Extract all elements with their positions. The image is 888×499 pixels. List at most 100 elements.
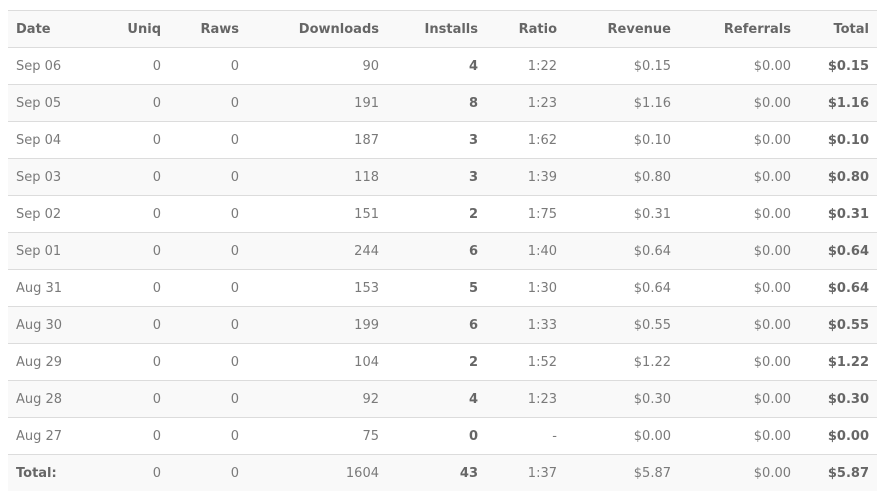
cell-downloads: 104 <box>247 343 387 381</box>
cell-referrals: $0.00 <box>679 417 799 455</box>
cell-ratio: 1:75 <box>486 195 565 233</box>
cell-raws: 0 <box>169 84 247 122</box>
cell-uniq: 0 <box>100 232 169 270</box>
cell-downloads: 187 <box>247 121 387 159</box>
cell-installs: 0 <box>387 417 486 455</box>
cell-total: $0.31 <box>799 195 877 233</box>
cell-date: Sep 02 <box>8 195 100 233</box>
cell-ratio: 1:39 <box>486 158 565 196</box>
header-installs[interactable]: Installs <box>387 10 486 48</box>
cell-referrals: $0.00 <box>679 306 799 344</box>
total-row: Total: 0 0 1604 43 1:37 $5.87 $0.00 $5.87 <box>8 454 877 491</box>
cell-total: $0.10 <box>799 121 877 159</box>
cell-ratio: 1:52 <box>486 343 565 381</box>
cell-date: Sep 01 <box>8 232 100 270</box>
cell-uniq: 0 <box>100 84 169 122</box>
cell-uniq: 0 <box>100 121 169 159</box>
cell-ratio: 1:40 <box>486 232 565 270</box>
cell-downloads: 90 <box>247 47 387 85</box>
table-header: Date Uniq Raws Downloads Installs Ratio Revenu… <box>8 10 877 48</box>
table-row: Aug 31 0 0 153 5 1:30 $0.64 $0.00 $0.64 <box>8 269 877 307</box>
cell-ratio: - <box>486 417 565 455</box>
total-total: $5.87 <box>799 454 877 491</box>
cell-revenue: $0.31 <box>565 195 679 233</box>
cell-referrals: $0.00 <box>679 47 799 85</box>
total-raws: 0 <box>169 454 247 491</box>
header-raws[interactable]: Raws <box>169 10 247 48</box>
cell-raws: 0 <box>169 121 247 159</box>
table-row: Sep 05 0 0 191 8 1:23 $1.16 $0.00 $1.16 <box>8 84 877 122</box>
cell-uniq: 0 <box>100 343 169 381</box>
cell-ratio: 1:23 <box>486 380 565 418</box>
cell-raws: 0 <box>169 158 247 196</box>
cell-revenue: $0.64 <box>565 269 679 307</box>
cell-revenue: $0.10 <box>565 121 679 159</box>
cell-date: Sep 04 <box>8 121 100 159</box>
cell-raws: 0 <box>169 343 247 381</box>
cell-referrals: $0.00 <box>679 121 799 159</box>
cell-revenue: $0.15 <box>565 47 679 85</box>
cell-installs: 6 <box>387 232 486 270</box>
total-uniq: 0 <box>100 454 169 491</box>
cell-raws: 0 <box>169 380 247 418</box>
cell-total: $0.30 <box>799 380 877 418</box>
cell-uniq: 0 <box>100 47 169 85</box>
header-revenue[interactable]: Revenue <box>565 10 679 48</box>
cell-downloads: 191 <box>247 84 387 122</box>
total-date: Total: <box>8 454 100 491</box>
cell-referrals: $0.00 <box>679 84 799 122</box>
header-referrals[interactable]: Referrals <box>679 10 799 48</box>
header-uniq[interactable]: Uniq <box>100 10 169 48</box>
cell-installs: 4 <box>387 47 486 85</box>
cell-ratio: 1:23 <box>486 84 565 122</box>
cell-date: Aug 29 <box>8 343 100 381</box>
cell-raws: 0 <box>169 47 247 85</box>
cell-downloads: 92 <box>247 380 387 418</box>
cell-raws: 0 <box>169 232 247 270</box>
cell-date: Aug 27 <box>8 417 100 455</box>
cell-downloads: 153 <box>247 269 387 307</box>
cell-revenue: $0.30 <box>565 380 679 418</box>
cell-downloads: 118 <box>247 158 387 196</box>
cell-referrals: $0.00 <box>679 195 799 233</box>
cell-total: $1.16 <box>799 84 877 122</box>
cell-uniq: 0 <box>100 380 169 418</box>
cell-total: $0.15 <box>799 47 877 85</box>
cell-raws: 0 <box>169 269 247 307</box>
cell-date: Aug 31 <box>8 269 100 307</box>
header-ratio[interactable]: Ratio <box>486 10 565 48</box>
cell-downloads: 244 <box>247 232 387 270</box>
table-row: Sep 04 0 0 187 3 1:62 $0.10 $0.00 $0.10 <box>8 121 877 159</box>
cell-raws: 0 <box>169 306 247 344</box>
header-total[interactable]: Total <box>799 10 877 48</box>
header-downloads[interactable]: Downloads <box>247 10 387 48</box>
cell-total: $0.64 <box>799 269 877 307</box>
cell-ratio: 1:62 <box>486 121 565 159</box>
cell-uniq: 0 <box>100 158 169 196</box>
cell-ratio: 1:30 <box>486 269 565 307</box>
table-row: Sep 02 0 0 151 2 1:75 $0.31 $0.00 $0.31 <box>8 195 877 233</box>
cell-installs: 4 <box>387 380 486 418</box>
table-row: Aug 27 0 0 75 0- $0.00 $0.00 $0.00 <box>8 417 877 455</box>
cell-revenue: $1.16 <box>565 84 679 122</box>
cell-date: Sep 03 <box>8 158 100 196</box>
cell-uniq: 0 <box>100 195 169 233</box>
total-downloads: 1604 <box>247 454 387 491</box>
total-ratio: 1:37 <box>486 454 565 491</box>
table-row: Aug 30 0 0 199 6 1:33 $0.55 $0.00 $0.55 <box>8 306 877 344</box>
cell-revenue: $0.55 <box>565 306 679 344</box>
cell-date: Sep 05 <box>8 84 100 122</box>
header-date[interactable]: Date <box>8 10 100 48</box>
cell-installs: 3 <box>387 158 486 196</box>
cell-uniq: 0 <box>100 269 169 307</box>
cell-total: $0.55 <box>799 306 877 344</box>
cell-date: Aug 30 <box>8 306 100 344</box>
cell-total: $0.80 <box>799 158 877 196</box>
cell-uniq: 0 <box>100 417 169 455</box>
total-installs: 43 <box>387 454 486 491</box>
cell-total: $0.00 <box>799 417 877 455</box>
cell-uniq: 0 <box>100 306 169 344</box>
cell-raws: 0 <box>169 195 247 233</box>
table-row: Sep 01 0 0 244 6 1:40 $0.64 $0.00 $0.64 <box>8 232 877 270</box>
stats-table: Date Uniq Raws Downloads Installs Ratio Revenu… <box>8 10 877 491</box>
